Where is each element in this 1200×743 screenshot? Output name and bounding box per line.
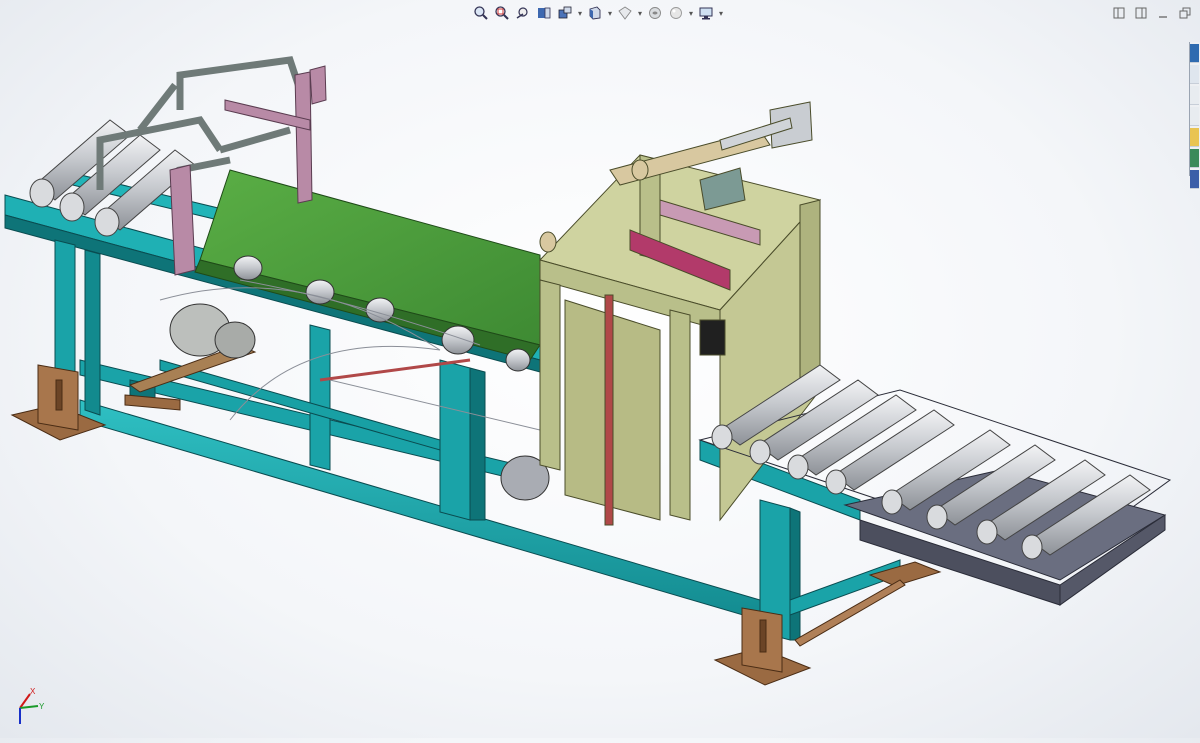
dropdown-arrow-icon[interactable]: ▾ [577, 9, 583, 18]
dropdown-arrow-icon[interactable]: ▾ [688, 9, 694, 18]
assembly-model[interactable] [0, 0, 1200, 738]
dropdown-arrow-icon[interactable]: ▾ [607, 9, 613, 18]
tile-right-icon[interactable] [1134, 6, 1148, 20]
scene-icon[interactable] [697, 4, 715, 22]
appearance-icon[interactable] [667, 4, 685, 22]
previous-view-icon[interactable] [514, 4, 532, 22]
view-toolbar: ▾ ▾ ▾ ▾ ▾ [472, 4, 724, 22]
resources-tab-icon[interactable] [1190, 44, 1199, 63]
model-viewport[interactable] [0, 0, 1200, 738]
hide-show-icon[interactable] [646, 4, 664, 22]
section-view-icon[interactable] [535, 4, 553, 22]
heads-up-toolbar: ▾ ▾ ▾ ▾ ▾ [0, 0, 1200, 30]
task-pane-tabs [1189, 42, 1200, 189]
y-axis-icon [19, 705, 39, 709]
home-tab-icon[interactable] [1190, 65, 1199, 84]
window-controls [1112, 6, 1192, 20]
tile-left-icon[interactable] [1112, 6, 1126, 20]
restore-icon[interactable] [1178, 6, 1192, 20]
dropdown-arrow-icon[interactable]: ▾ [637, 9, 643, 18]
dropdown-arrow-icon[interactable]: ▾ [718, 9, 724, 18]
view-palette-tab-icon[interactable] [1190, 128, 1199, 147]
y-axis-label: Y [39, 702, 45, 711]
zoom-to-fit-icon[interactable] [472, 4, 490, 22]
design-library-tab-icon[interactable] [1190, 86, 1199, 105]
zoom-to-area-icon[interactable] [493, 4, 511, 22]
minimize-icon[interactable] [1156, 6, 1170, 20]
custom-properties-tab-icon[interactable] [1190, 170, 1199, 189]
file-explorer-tab-icon[interactable] [1190, 107, 1199, 126]
appearances-tab-icon[interactable] [1190, 149, 1199, 168]
reference-triad: X Y [10, 686, 50, 726]
display-style-icon[interactable] [616, 4, 634, 22]
x-axis-label: X [30, 687, 36, 696]
dynamic-annotation-icon[interactable] [556, 4, 574, 22]
x-axis-icon [19, 693, 31, 709]
cutting-head [539, 101, 821, 526]
view-orientation-icon[interactable] [586, 4, 604, 22]
